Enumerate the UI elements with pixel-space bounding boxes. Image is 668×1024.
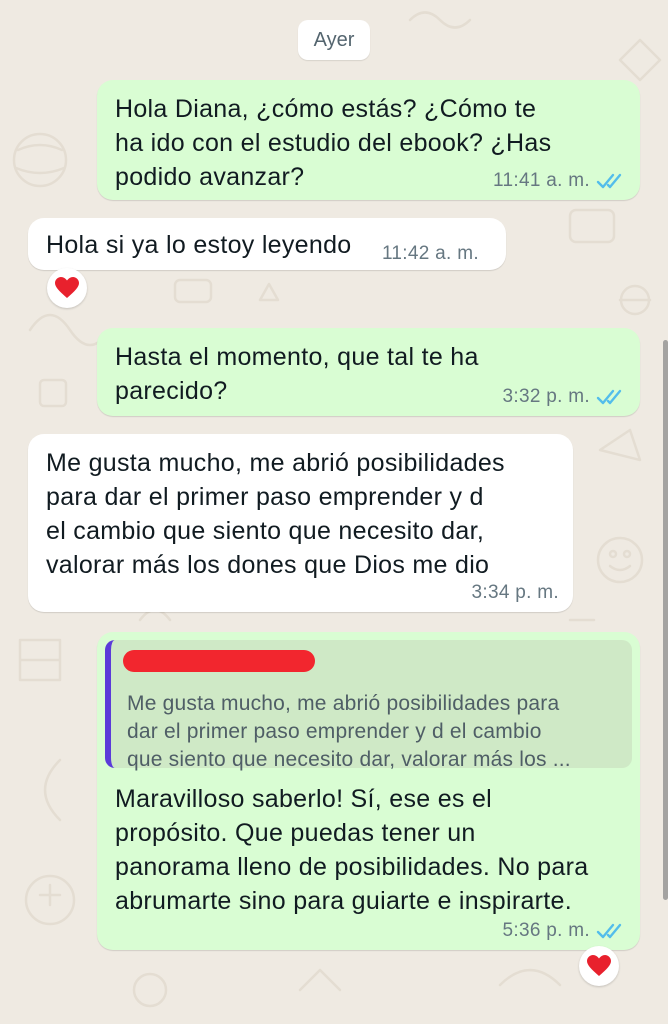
message-reaction[interactable] <box>47 268 87 308</box>
quoted-message[interactable]: Me gusta mucho, me abrió posibilidades p… <box>105 640 632 771</box>
chat-area: Ayer Hola Diana, ¿cómo estás? ¿Cómo te h… <box>0 0 668 1024</box>
date-separator: Ayer <box>298 20 370 60</box>
message-bubble-outgoing[interactable]: Hola Diana, ¿cómo estás? ¿Cómo te ha ido… <box>97 80 640 200</box>
message-meta: 11:41 a. m. <box>493 170 626 192</box>
message-bubble-incoming[interactable]: Me gusta mucho, me abrió posibilidades p… <box>28 434 573 612</box>
scrollbar[interactable] <box>663 340 668 900</box>
message-time: 5:36 p. m. <box>502 920 590 941</box>
message-text: Maravilloso saberlo! Sí, ese es el propó… <box>115 785 589 915</box>
message-bubble-outgoing[interactable]: Hasta el momento, que tal te ha parecido… <box>97 328 640 416</box>
message-bubble-outgoing-reply[interactable]: Me gusta mucho, me abrió posibilidades p… <box>97 632 640 950</box>
message-meta: 3:32 p. m. <box>503 386 627 408</box>
message-time: 11:42 a. m. <box>381 243 479 264</box>
redacted-sender-name <box>123 650 315 672</box>
message-meta: 3:34 p. m. <box>472 582 560 604</box>
heart-icon <box>55 277 79 298</box>
message-text: Me gusta mucho, me abrió posibilidades p… <box>46 449 505 579</box>
message-time: 3:32 p. m. <box>502 386 590 407</box>
double-check-read-icon <box>596 389 622 405</box>
message-reaction[interactable] <box>579 946 619 986</box>
message-time: 11:41 a. m. <box>493 170 590 191</box>
message-time: 3:34 p. m. <box>471 582 559 603</box>
quoted-message-text: Me gusta mucho, me abrió posibilidades p… <box>127 692 571 771</box>
double-check-read-icon <box>596 923 622 939</box>
double-check-read-icon <box>596 173 622 189</box>
message-text: Hola si ya lo estoy leyendo <box>46 231 352 259</box>
heart-icon <box>587 955 611 976</box>
message-bubble-incoming[interactable]: Hola si ya lo estoy leyendo 11:42 a. m. <box>28 218 506 270</box>
message-meta: 5:36 p. m. <box>503 920 627 942</box>
